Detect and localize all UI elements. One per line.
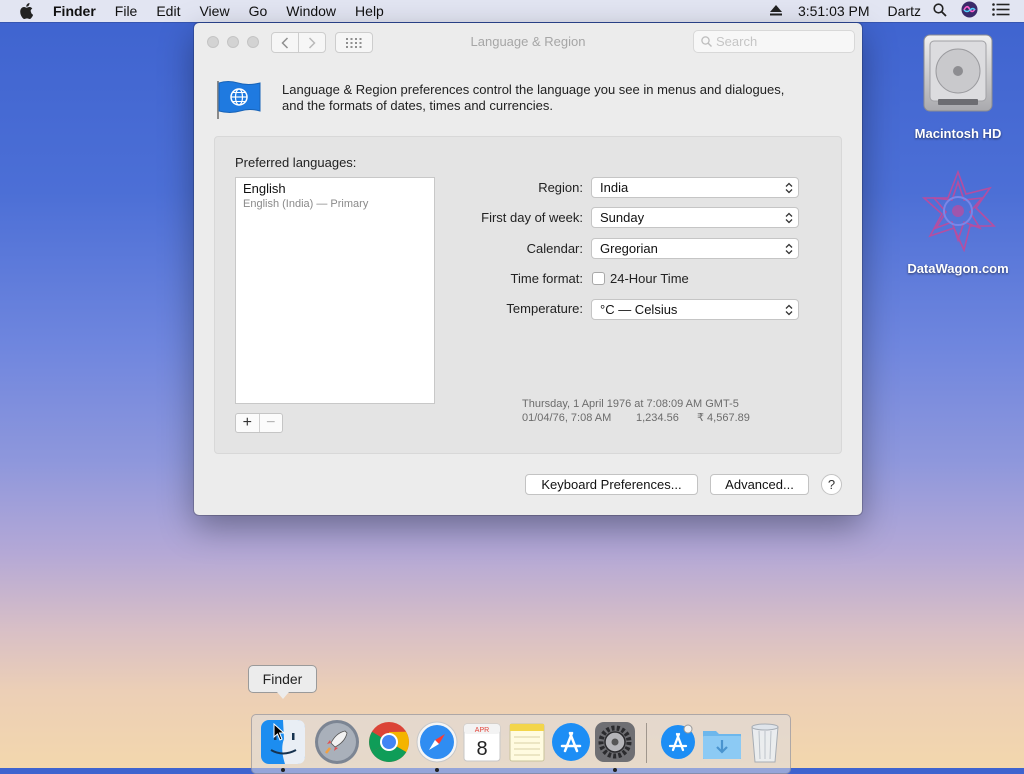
- calendar-row: Calendar:: [215, 238, 583, 260]
- help-button[interactable]: ?: [821, 474, 842, 495]
- first-day-label: First day of week:: [481, 210, 583, 225]
- menu-bar: Finder File Edit View Go Window Help 3:5…: [0, 0, 1024, 22]
- region-value: India: [600, 180, 629, 195]
- dock-item-downloads[interactable]: [699, 719, 745, 765]
- desktop-icon-datawagon[interactable]: DataWagon.com: [903, 169, 1013, 276]
- temperature-popup[interactable]: °C — Celsius: [591, 299, 799, 320]
- dock-tooltip: Finder: [248, 665, 317, 699]
- menu-edit[interactable]: Edit: [156, 3, 180, 19]
- app-store-icon: [552, 723, 590, 761]
- updown-arrows-icon: [785, 243, 793, 255]
- desktop-icon-label: DataWagon.com: [907, 261, 1009, 276]
- notes-icon: [509, 723, 545, 762]
- menu-go[interactable]: Go: [249, 3, 268, 19]
- sample-date-long: Thursday, 1 April 1976 at 7:08:09 AM GMT…: [522, 398, 739, 410]
- notification-center-icon[interactable]: [992, 3, 1010, 19]
- menu-extras: 3:51:03 PM Dartz: [769, 0, 1024, 22]
- temperature-row: Temperature:: [215, 298, 583, 320]
- sample-date-short: 01/04/76, 7:08 AM: [522, 412, 612, 424]
- region-label: Region:: [538, 180, 583, 195]
- 24-hour-time-checkbox[interactable]: [592, 272, 605, 285]
- mouse-cursor-icon: [273, 723, 285, 741]
- add-language-button[interactable]: +: [236, 414, 260, 432]
- sample-number: 1,234.56: [636, 412, 679, 424]
- menu-window[interactable]: Window: [286, 3, 336, 19]
- spotlight-icon[interactable]: [933, 2, 947, 20]
- settings-panel: Preferred languages: English English (In…: [214, 136, 842, 454]
- description-line: and the formats of dates, times and curr…: [282, 98, 553, 113]
- calendar-month: APR: [475, 727, 489, 734]
- datawagon-logo-icon: [921, 169, 996, 253]
- time-format-row: Time format:: [215, 268, 583, 290]
- dock-item-finder[interactable]: [260, 719, 306, 772]
- launchpad-icon: [315, 720, 359, 764]
- first-day-row: First day of week:: [215, 207, 583, 229]
- dock: APR 8: [251, 714, 791, 774]
- search-field[interactable]: [693, 30, 855, 53]
- system-preferences-icon: [595, 722, 635, 762]
- keyboard-preferences-button[interactable]: Keyboard Preferences...: [525, 474, 698, 495]
- temperature-value: °C — Celsius: [600, 302, 678, 317]
- desktop-icon-macintosh-hd[interactable]: Macintosh HD: [903, 33, 1013, 141]
- preferred-languages-label: Preferred languages:: [235, 155, 357, 170]
- title-bar[interactable]: Language & Region: [194, 23, 862, 61]
- downloads-folder-icon: [703, 731, 741, 759]
- calendar-day: 8: [476, 738, 487, 760]
- menu-view[interactable]: View: [199, 3, 229, 19]
- dock-item-trash[interactable]: [742, 719, 788, 765]
- search-input[interactable]: [716, 34, 846, 49]
- language-region-flag-icon: [216, 79, 262, 126]
- language-region-window: Language & Region Language & Region pref…: [194, 23, 862, 515]
- updown-arrows-icon: [785, 182, 793, 194]
- clock[interactable]: 3:51:03 PM: [798, 3, 870, 19]
- description: Language & Region preferences control th…: [282, 82, 822, 114]
- dock-item-safari[interactable]: [414, 719, 460, 772]
- dock-item-calendar[interactable]: APR 8: [459, 719, 505, 765]
- dock-item-chrome[interactable]: [366, 719, 412, 765]
- description-line: Language & Region preferences control th…: [282, 82, 785, 97]
- calendar-value: Gregorian: [600, 241, 658, 256]
- updown-arrows-icon: [785, 304, 793, 316]
- safari-icon: [416, 721, 458, 763]
- region-popup[interactable]: India: [591, 177, 799, 198]
- calendar-popup[interactable]: Gregorian: [591, 238, 799, 259]
- search-icon: [701, 36, 712, 47]
- hard-drive-icon: [923, 34, 993, 112]
- eject-icon[interactable]: [769, 3, 782, 19]
- remove-language-button[interactable]: −: [260, 414, 283, 432]
- dock-item-launchpad[interactable]: [314, 719, 360, 765]
- first-day-popup[interactable]: Sunday: [591, 207, 799, 228]
- menu-help[interactable]: Help: [355, 3, 384, 19]
- advanced-button[interactable]: Advanced...: [710, 474, 809, 495]
- siri-icon[interactable]: [961, 1, 978, 21]
- add-remove-control: + −: [235, 413, 283, 433]
- calendar-icon: APR 8: [463, 723, 501, 762]
- running-indicator: [281, 768, 285, 772]
- 24-hour-time-label[interactable]: 24-Hour Time: [610, 268, 689, 290]
- dock-item-app-store-download[interactable]: [655, 719, 701, 765]
- updown-arrows-icon: [785, 212, 793, 224]
- calendar-label: Calendar:: [526, 241, 583, 256]
- chrome-icon: [369, 722, 409, 762]
- dock-item-notes[interactable]: [504, 719, 550, 765]
- dock-separator: [646, 723, 647, 763]
- temperature-label: Temperature:: [506, 301, 583, 316]
- menu-file[interactable]: File: [115, 3, 138, 19]
- menu-finder[interactable]: Finder: [53, 3, 96, 19]
- desktop-icon-label: Macintosh HD: [914, 126, 1002, 141]
- trash-icon: [751, 723, 779, 763]
- dock-item-system-preferences[interactable]: [592, 719, 638, 772]
- sample-currency: ₹ 4,567.89: [697, 412, 750, 424]
- running-indicator: [435, 768, 439, 772]
- region-row: Region:: [215, 177, 583, 199]
- time-format-label: Time format:: [510, 271, 583, 286]
- app-store-icon: [661, 724, 695, 759]
- running-indicator: [613, 768, 617, 772]
- apple-menu-icon[interactable]: [19, 3, 37, 19]
- user-name[interactable]: Dartz: [888, 3, 921, 19]
- dock-item-app-store[interactable]: [548, 719, 594, 765]
- first-day-value: Sunday: [600, 210, 645, 225]
